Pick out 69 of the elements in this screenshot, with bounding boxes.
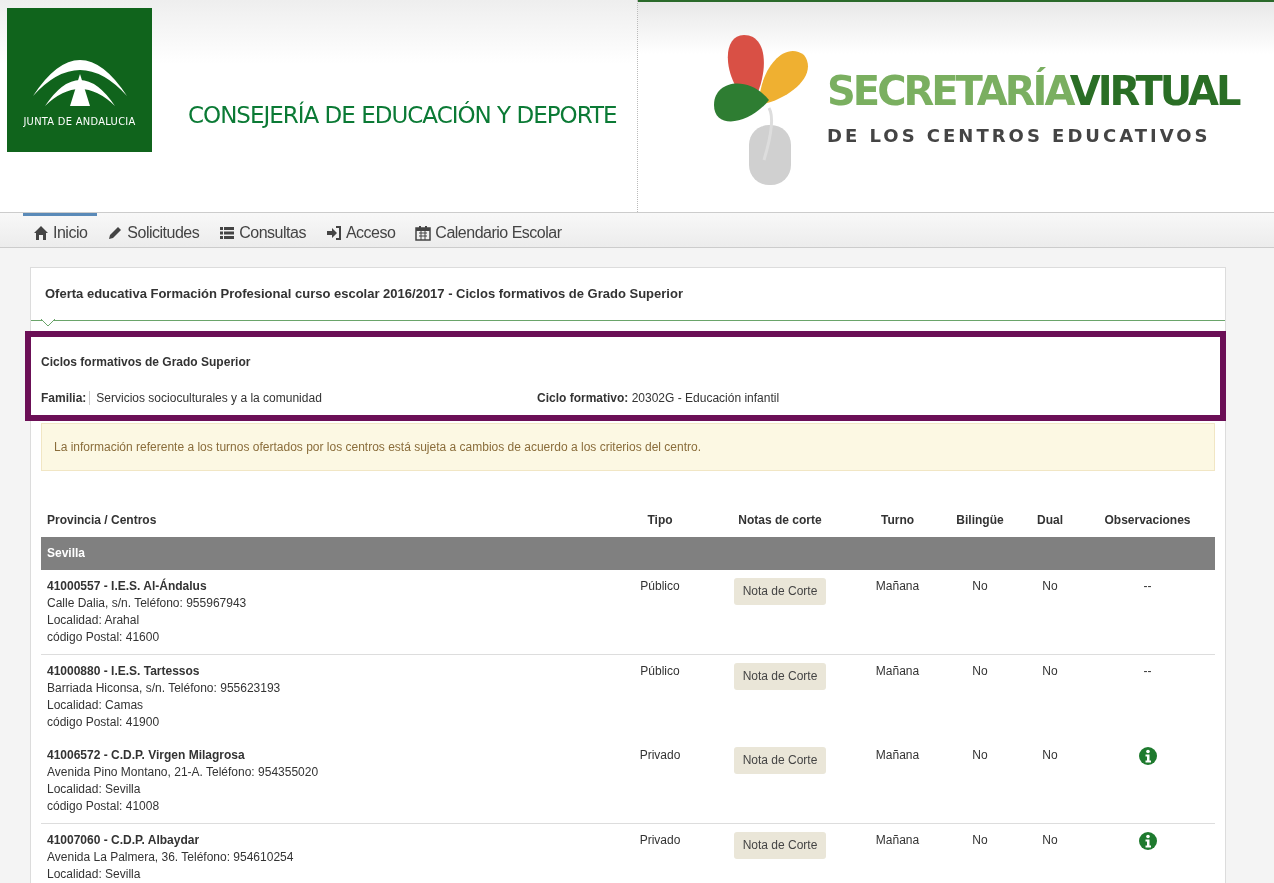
table-cell: No [1042,663,1058,678]
column-header: Tipo [646,511,674,529]
table-cell: Privado [639,832,681,847]
centre-detail: Localidad: Arahal [47,611,141,629]
list-icon [219,224,236,241]
centre-name: 41000557 - I.E.S. Al-Ándalus [47,577,208,595]
table-cell: No [972,832,988,847]
brand-name: SECRETARÍAVIRTUAL [827,66,1239,116]
table-cell: Mañana [875,832,920,847]
table-cell: -- [1143,663,1152,678]
nav-tab[interactable]: Acceso [315,213,406,247]
table-cell: Público [640,663,680,678]
nota-corte-button[interactable]: Nota de Corte [733,662,827,690]
column-header: Observaciones [1103,511,1192,529]
table-cell: No [1042,832,1058,847]
arch-emblem-icon [32,59,127,106]
panel-title: Oferta educativa Formación Profesional curso escolar 2016/2017 - Ciclos formativos de Grado Superior [45,286,683,301]
centre-detail: código Postal: 41008 [47,797,161,815]
group-row: Sevilla [41,536,1215,570]
centre-detail: código Postal: 41900 [47,713,161,731]
centre-detail: Localidad: Camas [47,696,145,714]
nota-corte-button[interactable]: Nota de Corte [733,577,827,605]
table-cell: Privado [639,747,681,762]
centre-name: 41000880 - I.E.S. Tartessos [47,662,201,680]
home-icon [33,224,49,241]
table-cell: Mañana [875,747,920,762]
nav-tab[interactable]: Consultas [209,213,316,247]
section-heading: Ciclos formativos de Grado Superior [41,353,252,371]
column-header: Turno [879,511,916,529]
nav-tab[interactable]: Calendario Escolar [405,213,572,247]
calendar-icon [415,224,432,241]
table-cell: -- [1143,578,1152,593]
column-header: Dual [1036,511,1064,529]
centre-name: 41007060 - C.D.P. Albaydar [47,831,201,849]
centre-detail: Avenida Pino Montano, 21-A. Teléfono: 954355020 [47,763,320,781]
table-cell: No [972,747,988,762]
table-cell: Público [640,578,680,593]
centre-detail: Localidad: Sevilla [47,780,142,798]
brand-subtitle: DE LOS CENTROS EDUCATIVOS [827,123,1212,148]
centre-detail: código Postal: 41600 [47,628,161,646]
table-cell: Mañana [875,663,920,678]
pencil-icon [107,224,124,241]
table-cell: No [972,578,988,593]
centre-detail: Localidad: Sevilla [47,865,142,883]
field-label: Ciclo formativo: [537,390,629,405]
column-header: Provincia / Centros [46,511,158,529]
centre-name: 41006572 - C.D.P. Virgen Milagrosa [47,746,246,764]
field-label: Familia: [41,390,87,405]
column-header: Notas de corte [737,511,823,529]
table-cell: Mañana [875,578,920,593]
notice-alert: La información referente a los turnos ofertados por los centros está sujeta a cambios de acuerdo a los criterios del centro. [41,422,1215,471]
logo-text: JUNTA DE ANDALUCIA [23,113,136,130]
sign-in-icon [325,224,342,241]
table-cell: No [1042,747,1058,762]
info-icon[interactable] [1138,831,1157,850]
nav-tab[interactable]: Inicio [23,213,98,247]
nota-corte-button[interactable]: Nota de Corte [733,746,827,774]
centre-detail: Calle Dalia, s/n. Teléfono: 955967943 [47,594,248,612]
department-title: CONSEJERÍA DE EDUCACIÓN Y DEPORTE [188,100,617,130]
centre-detail: Barriada Hiconsa, s/n. Teléfono: 955623193 [47,679,282,697]
table-cell: No [972,663,988,678]
nav-tab[interactable]: Solicitudes [97,213,210,247]
field-value: 20302G - Educación infantil [630,390,780,405]
nota-corte-button[interactable]: Nota de Corte [733,831,827,859]
field-value: Servicios socioculturales y a la comunidad [89,390,322,405]
table-cell: No [1042,578,1058,593]
column-header: Bilingüe [955,511,1005,529]
centre-detail: Avenida La Palmera, 36. Teléfono: 954610254 [47,848,295,866]
info-icon[interactable] [1138,746,1157,765]
